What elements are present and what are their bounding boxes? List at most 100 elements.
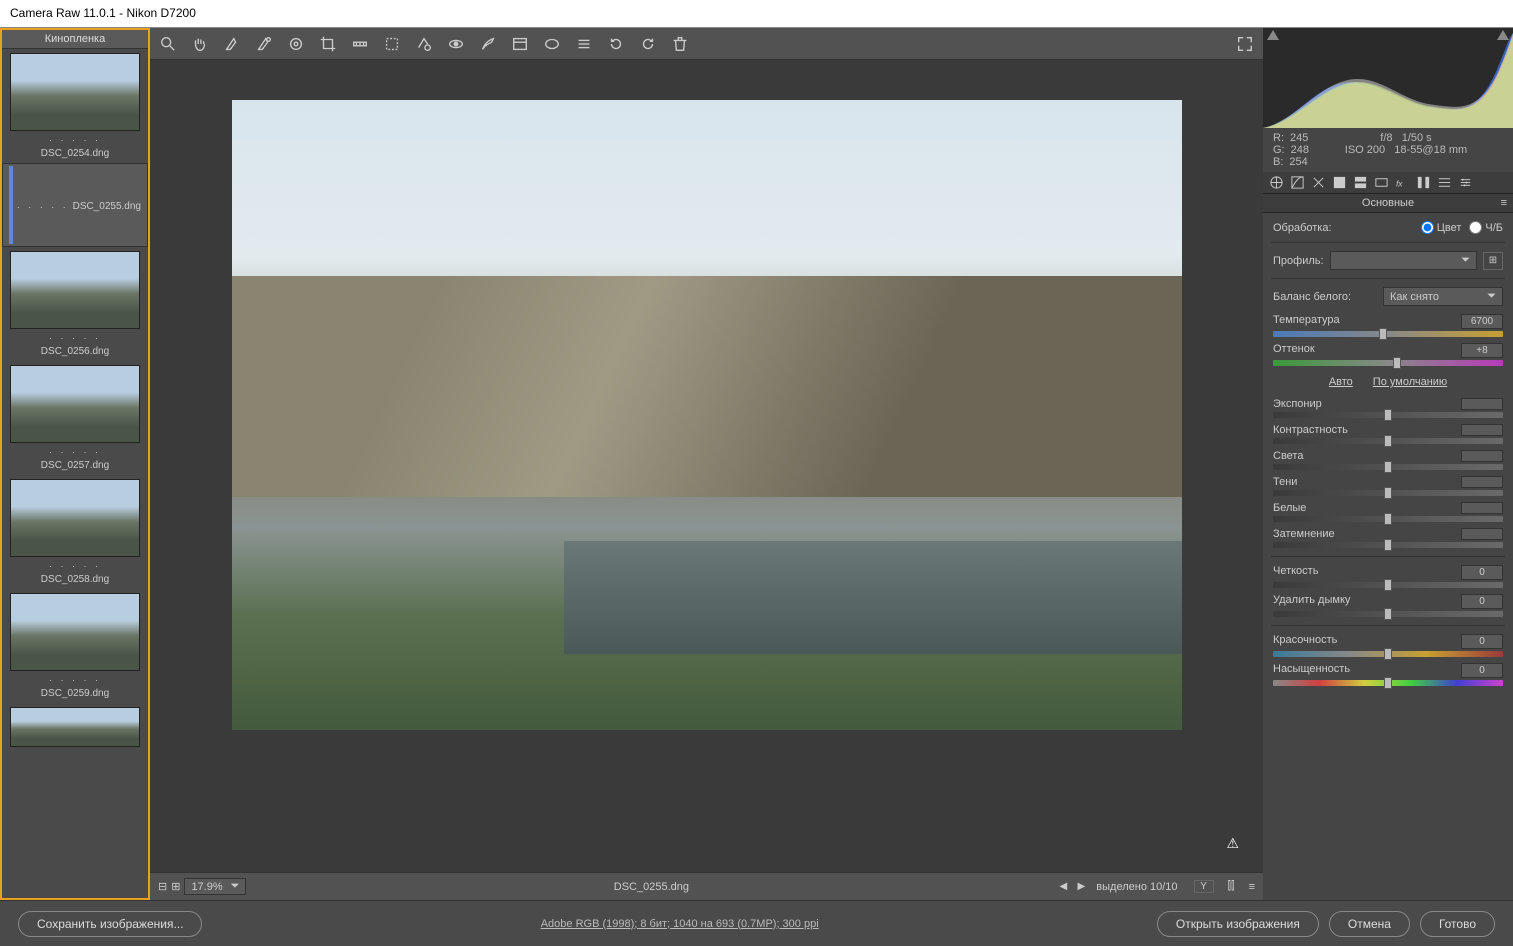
temp-label: Температура [1273, 314, 1340, 329]
view-options-icon[interactable]: ⫿⫿ [1228, 880, 1235, 893]
tab-presets-icon[interactable] [1437, 175, 1452, 190]
target-adjust-icon[interactable] [286, 34, 306, 54]
adjustment-brush-icon[interactable] [478, 34, 498, 54]
save-images-button[interactable]: Сохранить изображения... [18, 911, 202, 937]
temp-input[interactable]: 6700 [1461, 314, 1503, 329]
whites-input[interactable] [1461, 502, 1503, 514]
profile-label: Профиль: [1273, 255, 1324, 267]
zoom-in-icon[interactable]: ⊞ [171, 880, 180, 893]
workflow-options-link[interactable]: Adobe RGB (1998); 8 бит; 1040 на 693 (0.… [212, 918, 1146, 930]
tab-curve-icon[interactable] [1290, 175, 1305, 190]
exposure-slider[interactable] [1273, 412, 1503, 418]
rotate-ccw-icon[interactable] [606, 34, 626, 54]
saturation-slider[interactable] [1273, 680, 1503, 686]
auto-link[interactable]: Авто [1329, 376, 1353, 388]
rotate-cw-icon[interactable] [638, 34, 658, 54]
crop-tool-icon[interactable] [318, 34, 338, 54]
prev-image-icon[interactable]: ◀ [1056, 880, 1070, 894]
treatment-color-radio[interactable]: Цвет [1421, 221, 1462, 234]
metadata-readout: R:245 G:248 B:254 f/8 1/50 s ISO 200 18-… [1263, 128, 1513, 172]
filmstrip-panel: Кинопленка · · · · ·DSC_0254.dng · · · ·… [0, 28, 150, 900]
compare-toggle[interactable]: Y [1194, 880, 1214, 893]
clarity-slider[interactable] [1273, 582, 1503, 588]
svg-text:fx: fx [1396, 178, 1403, 188]
tab-hsl-icon[interactable] [1332, 175, 1347, 190]
profile-select[interactable]: ⏷ [1330, 251, 1477, 270]
open-images-button[interactable]: Открыть изображения [1157, 911, 1319, 937]
shadows-input[interactable] [1461, 476, 1503, 488]
dehaze-slider[interactable] [1273, 611, 1503, 617]
next-image-icon[interactable]: ▶ [1074, 880, 1088, 894]
window-titlebar: Camera Raw 11.0.1 - Nikon D7200 [0, 0, 1513, 28]
blacks-input[interactable] [1461, 528, 1503, 540]
tint-input[interactable]: +8 [1461, 343, 1503, 358]
thumbnail[interactable]: · · · · ·DSC_0259.dng [2, 589, 148, 703]
thumbnail[interactable]: · · · · ·DSC_0256.dng [2, 247, 148, 361]
histogram[interactable] [1263, 28, 1513, 128]
zoom-select[interactable]: 17.9%⏷ [184, 878, 246, 895]
tab-detail-icon[interactable] [1311, 175, 1326, 190]
whites-slider[interactable] [1273, 516, 1503, 522]
vibrance-input[interactable]: 0 [1461, 634, 1503, 649]
wb-select[interactable]: Как снято⏷ [1383, 287, 1503, 306]
zoom-out-icon[interactable]: ⊟ [158, 880, 167, 893]
color-sampler-icon[interactable] [254, 34, 274, 54]
clarity-input[interactable]: 0 [1461, 565, 1503, 580]
transform-tool-icon[interactable] [382, 34, 402, 54]
footer-bar: Сохранить изображения... Adobe RGB (1998… [0, 900, 1513, 946]
blacks-slider[interactable] [1273, 542, 1503, 548]
tint-label: Оттенок [1273, 343, 1315, 358]
thumbnail[interactable] [2, 703, 148, 751]
shadows-slider[interactable] [1273, 490, 1503, 496]
preview-image [232, 100, 1182, 730]
highlights-slider[interactable] [1273, 464, 1503, 470]
tab-basic-icon[interactable] [1269, 175, 1284, 190]
wb-label: Баланс белого: [1273, 291, 1351, 303]
wb-tool-icon[interactable] [222, 34, 242, 54]
contrast-input[interactable] [1461, 424, 1503, 436]
graduated-filter-icon[interactable] [510, 34, 530, 54]
tab-snapshots-icon[interactable] [1458, 175, 1473, 190]
thumbnail[interactable]: · · · · ·DSC_0254.dng [2, 49, 148, 163]
warning-icon[interactable]: ⚠ [1226, 835, 1239, 852]
delete-icon[interactable] [670, 34, 690, 54]
redeye-tool-icon[interactable] [446, 34, 466, 54]
tint-slider[interactable] [1273, 360, 1503, 366]
hand-tool-icon[interactable] [190, 34, 210, 54]
temp-slider[interactable] [1273, 331, 1503, 337]
fullscreen-icon[interactable] [1235, 34, 1255, 54]
preview-area[interactable]: ⚠ [150, 60, 1263, 872]
tab-split-icon[interactable] [1353, 175, 1368, 190]
profile-browser-icon[interactable]: ⊞ [1483, 252, 1503, 270]
zoom-tool-icon[interactable] [158, 34, 178, 54]
right-panel: R:245 G:248 B:254 f/8 1/50 s ISO 200 18-… [1263, 28, 1513, 900]
tab-lens-icon[interactable] [1374, 175, 1389, 190]
preferences-icon[interactable] [574, 34, 594, 54]
highlights-input[interactable] [1461, 450, 1503, 462]
treatment-label: Обработка: [1273, 222, 1332, 234]
panel-tabs: fx [1263, 172, 1513, 194]
done-button[interactable]: Готово [1420, 911, 1495, 937]
default-link[interactable]: По умолчанию [1373, 376, 1447, 388]
tab-fx-icon[interactable]: fx [1395, 175, 1410, 190]
tab-calib-icon[interactable] [1416, 175, 1431, 190]
vibrance-slider[interactable] [1273, 651, 1503, 657]
straighten-tool-icon[interactable] [350, 34, 370, 54]
dehaze-input[interactable]: 0 [1461, 594, 1503, 609]
toolbar [150, 28, 1263, 60]
radial-filter-icon[interactable] [542, 34, 562, 54]
treatment-bw-radio[interactable]: Ч/Б [1469, 221, 1503, 234]
cancel-button[interactable]: Отмена [1329, 911, 1410, 937]
thumbnail[interactable]: · · · · ·DSC_0255.dng [2, 163, 148, 247]
spot-removal-icon[interactable] [414, 34, 434, 54]
contrast-slider[interactable] [1273, 438, 1503, 444]
thumbnail[interactable]: · · · · ·DSC_0258.dng [2, 475, 148, 589]
thumbnail[interactable]: · · · · ·DSC_0257.dng [2, 361, 148, 475]
filmstrip-header: Кинопленка [2, 30, 148, 49]
current-filename: DSC_0255.dng [254, 881, 1048, 893]
panel-title: Основные [1263, 194, 1513, 213]
menu-icon[interactable]: ≡ [1249, 881, 1255, 893]
saturation-input[interactable]: 0 [1461, 663, 1503, 678]
selection-count: выделено 10/10 [1096, 881, 1177, 893]
exposure-input[interactable] [1461, 398, 1503, 410]
